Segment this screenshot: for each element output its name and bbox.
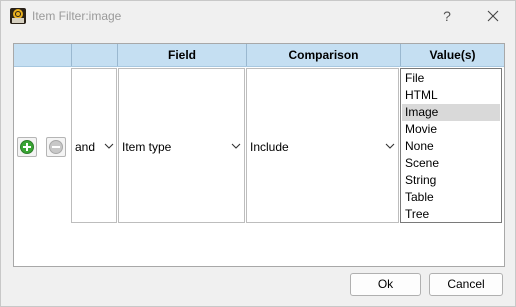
- ok-button[interactable]: Ok: [350, 273, 421, 296]
- header-values: Value(s): [429, 48, 476, 62]
- table-row: and Item type Include File HTML Image Mo…: [14, 67, 504, 224]
- list-item[interactable]: Scene: [402, 155, 500, 172]
- title-bar: Item Filter:image ?: [1, 1, 515, 31]
- chevron-down-icon: [385, 143, 395, 149]
- conjunction-select[interactable]: and: [71, 68, 117, 223]
- values-list[interactable]: File HTML Image Movie None Scene String …: [400, 68, 502, 223]
- chevron-down-icon: [231, 143, 241, 149]
- table-header: Field Comparison Value(s): [14, 44, 504, 67]
- list-item[interactable]: Movie: [402, 121, 500, 138]
- field-value: Item type: [122, 140, 172, 154]
- close-button[interactable]: [479, 3, 507, 29]
- chevron-down-icon: [104, 143, 114, 149]
- list-item[interactable]: Tree: [402, 206, 500, 223]
- item-filter-dialog: Item Filter:image ? Field Comparison Val…: [0, 0, 516, 307]
- list-item[interactable]: String: [402, 172, 500, 189]
- app-logo-icon: [10, 8, 26, 24]
- header-field: Field: [167, 48, 196, 62]
- help-icon: ?: [443, 8, 451, 24]
- remove-row-button[interactable]: [46, 137, 66, 157]
- help-button[interactable]: ?: [433, 3, 461, 29]
- window-title: Item Filter:image: [32, 9, 122, 23]
- cancel-button[interactable]: Cancel: [429, 273, 503, 296]
- add-row-button[interactable]: [17, 137, 37, 157]
- list-item[interactable]: Table: [402, 189, 500, 206]
- filter-table: Field Comparison Value(s) and Item type: [13, 43, 505, 267]
- header-comparison: Comparison: [288, 48, 359, 62]
- comparison-select[interactable]: Include: [246, 68, 399, 223]
- close-icon: [487, 10, 499, 22]
- comparison-value: Include: [250, 140, 289, 154]
- field-select[interactable]: Item type: [118, 68, 245, 223]
- conjunction-value: and: [75, 140, 96, 154]
- remove-row-icon: [49, 140, 63, 154]
- add-row-icon: [20, 140, 34, 154]
- list-item[interactable]: File: [402, 70, 500, 87]
- row-buttons: [14, 67, 71, 224]
- list-item-selected[interactable]: Image: [402, 104, 500, 121]
- list-item[interactable]: HTML: [402, 87, 500, 104]
- list-item[interactable]: None: [402, 138, 500, 155]
